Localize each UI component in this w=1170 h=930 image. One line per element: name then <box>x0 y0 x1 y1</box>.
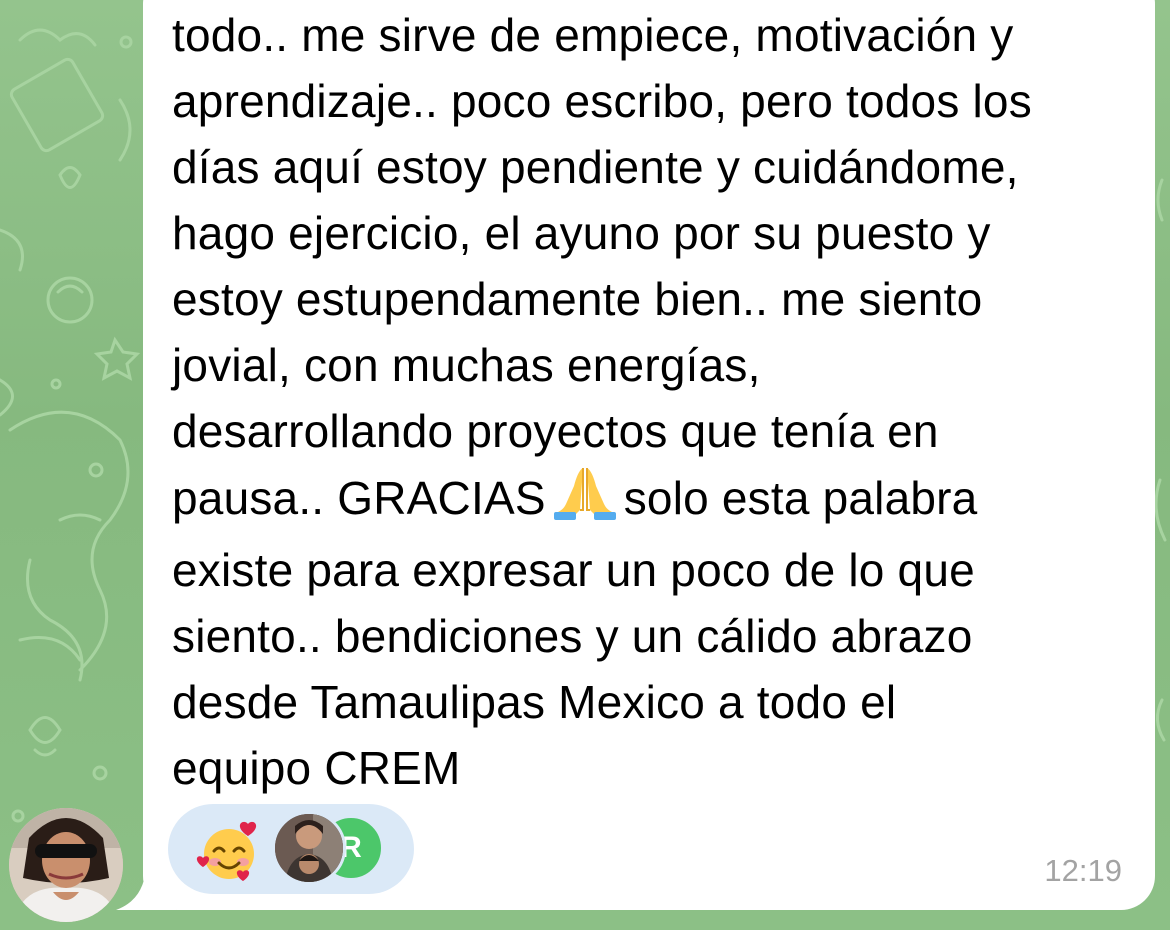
message-line: equipo CREM <box>172 742 461 794</box>
reactor-photo-avatar[interactable] <box>272 811 346 885</box>
folded-hands-emoji <box>550 464 620 537</box>
message-line: desde Tamaulipas Mexico a todo el <box>172 676 897 728</box>
message-line: días aquí estoy pendiente y cuidándome, <box>172 141 1019 193</box>
message-line: jovial, con muchas energías, <box>172 339 761 391</box>
message-segment: pausa.. GRACIAS <box>172 472 546 524</box>
message-line: pausa.. GRACIAS solo esta palabra <box>172 464 1142 537</box>
message-line: aprendizaje.. poco escribo, pero todos l… <box>172 75 1032 127</box>
message-line: estoy estupendamente bien.. me siento <box>172 273 983 325</box>
smiling-face-with-hearts-emoji[interactable] <box>196 818 262 884</box>
message-line: desarrollando proyectos que tenía en <box>172 405 939 457</box>
message-text: todo.. me sirve de empiece, motivación y… <box>172 2 1142 801</box>
message-timestamp: 12:19 <box>1044 853 1122 888</box>
message-line: existe para expresar un poco de lo que <box>172 544 975 596</box>
message-line: hago ejercicio, el ayuno por su puesto y <box>172 207 991 259</box>
message-segment: solo esta palabra <box>623 472 978 524</box>
message-line: siento.. bendiciones y un cálido abrazo <box>172 610 973 662</box>
sender-photo-avatar[interactable] <box>9 808 123 922</box>
message-line: todo.. me sirve de empiece, motivación y <box>172 9 1014 61</box>
